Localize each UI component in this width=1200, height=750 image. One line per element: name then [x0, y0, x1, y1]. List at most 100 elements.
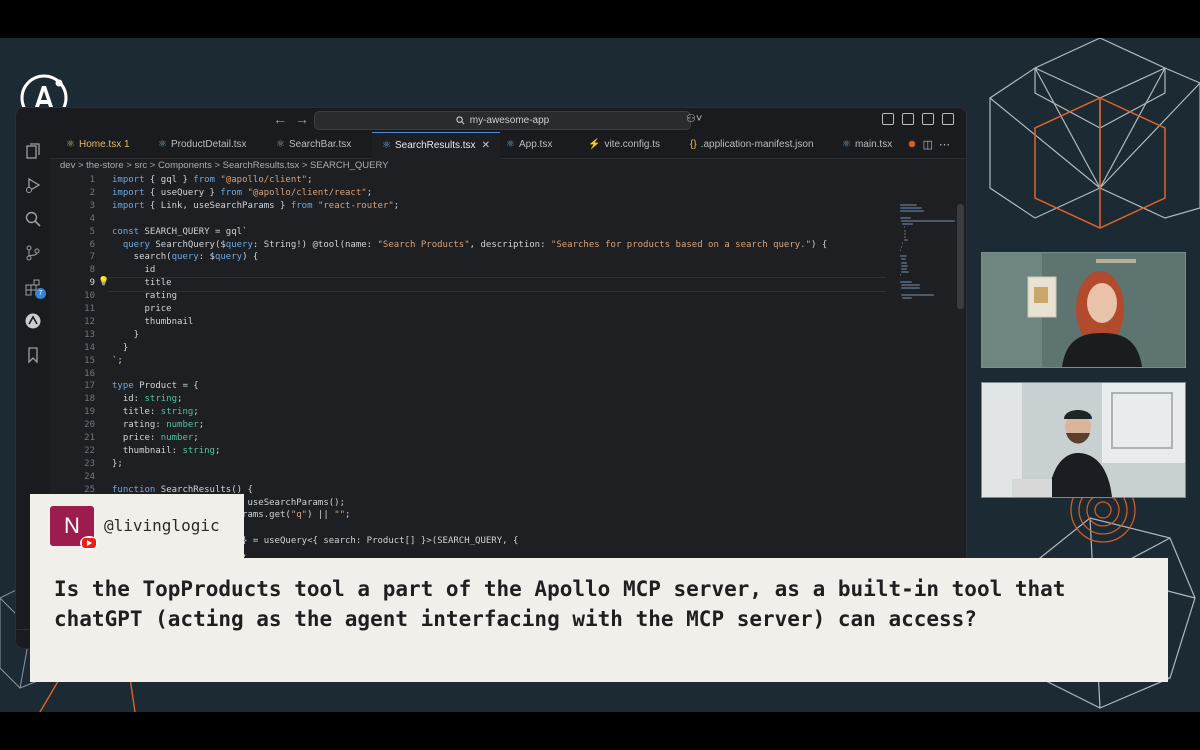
line-number: 18: [84, 394, 95, 405]
minimap-line: [900, 216, 912, 219]
minimap-line: [902, 296, 912, 299]
source-control-icon[interactable]: [24, 244, 42, 262]
run-debug-icon[interactable]: [24, 176, 42, 194]
tab-app[interactable]: ⚛ App.tsx: [498, 132, 560, 158]
minimap-line: [903, 232, 907, 235]
react-icon: ⚛: [382, 140, 391, 151]
tab-application-manifest[interactable]: {} .application-manifest.json: [682, 132, 822, 158]
line-number: 4: [89, 213, 95, 224]
workspace-name: my-awesome-app: [469, 115, 550, 126]
minimap-line: [901, 258, 907, 261]
minimap-line: [901, 268, 908, 270]
breadcrumb[interactable]: dev > the-store > src > Components > Sea…: [60, 160, 389, 171]
line-number: 12: [84, 316, 95, 327]
layout-controls: [882, 113, 954, 125]
youtube-icon: [80, 536, 98, 550]
tab-productdetail[interactable]: ⚛ ProductDetail.tsx: [150, 132, 255, 158]
lightbulb-icon[interactable]: 💡: [98, 277, 109, 287]
line-number: 24: [84, 471, 95, 482]
line-text: import { gql } from "@apollo/client";: [112, 175, 313, 185]
react-icon: ⚛: [276, 139, 285, 150]
line-number: 16: [84, 368, 95, 379]
tab-searchresults[interactable]: ⚛ SearchResults.tsx ✕: [372, 132, 500, 159]
minimap-line: [901, 220, 956, 222]
minimap[interactable]: [900, 204, 956, 304]
line-text: import { Link, useSearchParams } from "r…: [112, 200, 400, 211]
line-text: `;: [112, 355, 123, 366]
line-number: 23: [84, 458, 95, 469]
minimap-line: [900, 274, 901, 277]
minimap-line: [900, 255, 908, 258]
tab-home[interactable]: ⚛ Home.tsx 1: [58, 132, 138, 158]
panel-bottom-icon[interactable]: [922, 113, 934, 125]
minimap-line: [900, 207, 922, 210]
explorer-icon[interactable]: [24, 142, 42, 160]
minimap-line: [901, 264, 908, 267]
minimap-line: [903, 229, 906, 232]
panel-toggle-icon[interactable]: [902, 113, 914, 125]
nav-arrows[interactable]: ←→: [273, 111, 317, 127]
sidebar-right-icon[interactable]: [942, 113, 954, 125]
tab-vite-config[interactable]: ⚡ vite.config.ts: [580, 132, 668, 158]
line-number: 13: [84, 329, 95, 340]
editor-tabs: ⚛ Home.tsx 1 ⚛ ProductDetail.tsx ⚛ SearchBa…: [50, 132, 966, 159]
minimap-line: [900, 280, 912, 283]
line-number: 15: [84, 355, 95, 366]
tab-main[interactable]: ⚛ main.tsx: [834, 132, 900, 158]
apollo-extension-icon[interactable]: [24, 312, 42, 330]
speaker-1-image: [982, 253, 1185, 367]
line-number: 2: [89, 187, 95, 198]
more-actions-icon[interactable]: ⋯: [939, 139, 956, 151]
current-line-highlight: [108, 277, 886, 293]
line-number: 19: [84, 407, 95, 418]
line-text: thumbnail: string;: [112, 445, 221, 456]
braces-icon: {}: [690, 139, 697, 150]
react-icon: ⚛: [66, 139, 75, 150]
tab-searchbar[interactable]: ⚛ SearchBar.tsx: [268, 132, 359, 158]
line-number: 9: [89, 278, 95, 289]
editor-actions: ✹◫⋯: [907, 138, 956, 151]
minimap-line: [901, 284, 920, 286]
line-text: }: [112, 329, 140, 340]
minimap-line: [903, 236, 906, 238]
minimap-line: [903, 226, 905, 229]
line-number: 7: [89, 252, 95, 263]
line-text: thumbnail: [112, 316, 194, 327]
copilot-icon[interactable]: ⚇˅: [686, 112, 702, 125]
minimap-line: [902, 223, 913, 226]
run-icon[interactable]: ✹: [907, 139, 922, 151]
line-text: price: number;: [112, 433, 199, 443]
line-number: 1: [89, 175, 95, 185]
comment-box: Is the TopProducts tool a part of the Ap…: [30, 558, 1168, 682]
editor-scrollbar[interactable]: [957, 204, 964, 309]
layout-toggle-icon[interactable]: [882, 113, 894, 125]
split-editor-icon[interactable]: ◫: [923, 139, 939, 151]
line-number: 21: [84, 433, 95, 443]
line-number: 22: [84, 445, 95, 456]
close-icon[interactable]: ✕: [482, 140, 490, 151]
minimap-line: [900, 204, 917, 206]
line-number: 11: [84, 304, 95, 314]
line-number: 10: [84, 291, 95, 302]
minimap-line: [901, 261, 908, 264]
extensions-button[interactable]: 7: [24, 278, 46, 299]
speaker-video-2: [981, 382, 1186, 498]
bookmark-icon[interactable]: [24, 346, 42, 364]
bolt-icon: ⚡: [588, 139, 601, 150]
line-number: 8: [89, 265, 95, 276]
react-icon: ⚛: [506, 139, 515, 150]
line-text: id: [112, 265, 156, 276]
search-icon[interactable]: [24, 210, 42, 228]
comment-author: N @livinglogic: [30, 494, 244, 558]
line-text: import { useQuery } from "@apollo/client…: [112, 187, 373, 198]
line-number: 5: [89, 226, 95, 237]
minimap-line: [901, 293, 935, 296]
minimap-line: [900, 248, 901, 251]
title-bar: ←→ my-awesome-app ⚇˅: [16, 108, 966, 132]
line-text: search(query: $query) {: [112, 252, 259, 263]
line-text: rating: [112, 291, 178, 302]
minimap-line: [900, 210, 924, 213]
command-center-search[interactable]: my-awesome-app: [314, 111, 691, 130]
line-text: query SearchQuery($query: String!) @tool…: [122, 239, 828, 250]
line-text: id: string;: [112, 394, 183, 405]
